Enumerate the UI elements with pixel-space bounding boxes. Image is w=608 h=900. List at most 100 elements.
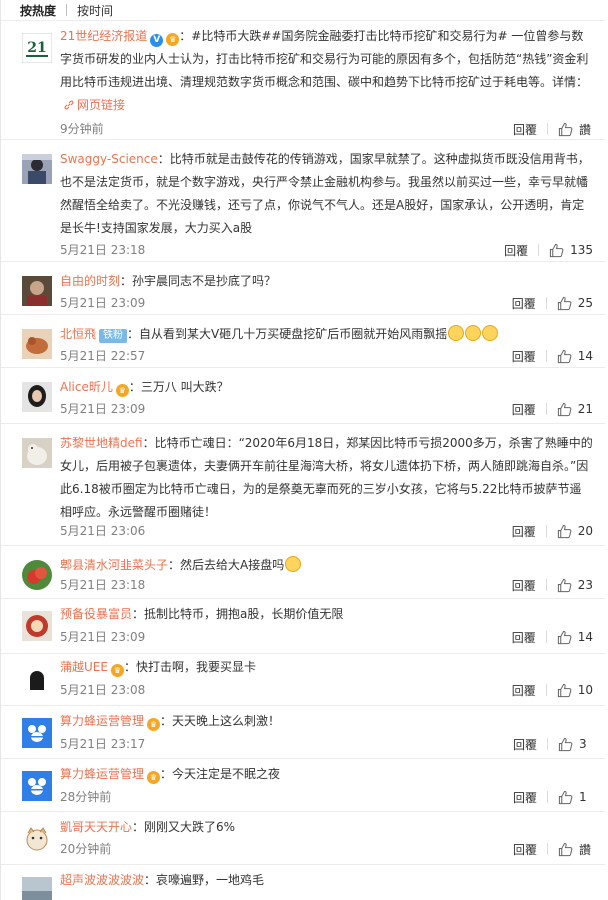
vip-badge-icon: ♛ — [147, 771, 161, 784]
thumbs-up-icon — [557, 683, 572, 697]
avatar[interactable] — [22, 877, 52, 900]
like-count: 10 — [577, 683, 593, 697]
avatar[interactable] — [22, 664, 52, 694]
username[interactable]: 预备役暴富员 — [60, 607, 132, 621]
thumbs-up-icon — [557, 578, 572, 592]
reply-button[interactable]: 回覆 — [512, 348, 536, 365]
action-divider — [538, 244, 540, 256]
avatar[interactable] — [22, 276, 52, 306]
like-count: 讚 — [579, 842, 592, 857]
comment-text: ：哀嚎遍野，一地鸡毛 — [144, 873, 265, 887]
action-divider — [545, 297, 547, 309]
action-divider — [545, 350, 547, 362]
reply-button[interactable]: 回覆 — [512, 401, 536, 418]
user-avatar-image — [22, 877, 52, 900]
thumbs-up-icon — [557, 524, 572, 538]
like-button[interactable]: 1 — [558, 790, 593, 805]
like-count: 20 — [577, 524, 593, 538]
user-avatar-image — [22, 664, 52, 694]
username[interactable]: 蒲越UEE — [60, 660, 108, 674]
avatar[interactable] — [22, 154, 52, 184]
like-button[interactable]: 14 — [557, 630, 593, 645]
web-link[interactable]: 网页链接 — [60, 98, 125, 112]
reply-button[interactable]: 回覆 — [513, 121, 537, 138]
username[interactable]: Alice昕儿 — [60, 380, 113, 394]
avatar[interactable] — [22, 718, 52, 748]
avatar[interactable] — [22, 438, 52, 468]
comment-time: 28分钟前 — [60, 790, 112, 804]
username[interactable]: 苏黎世地精defi — [60, 436, 143, 450]
user-avatar-image — [22, 276, 52, 306]
reply-button[interactable]: 回覆 — [512, 682, 536, 699]
action-divider — [545, 525, 547, 537]
username[interactable]: 凱哥天天开心 — [60, 820, 132, 834]
thumbs-up-icon — [557, 402, 572, 416]
action-divider — [547, 738, 548, 750]
like-button[interactable]: 讚 — [558, 841, 593, 858]
avatar[interactable] — [22, 382, 52, 412]
like-button[interactable]: 25 — [557, 296, 593, 311]
action-divider — [545, 579, 547, 591]
thumbs-up-icon — [558, 842, 573, 856]
reply-button[interactable]: 回覆 — [513, 841, 537, 858]
comment-item: Alice昕儿 ♛ ：三万八 叫大跌？ 5月21日 23:09 回覆 21 — [1, 367, 605, 423]
comment-time: 5月21日 23:09 — [60, 296, 146, 310]
avatar[interactable] — [22, 824, 52, 854]
like-count: 21 — [577, 402, 593, 416]
reply-button[interactable]: 回覆 — [512, 295, 536, 312]
avatar-21-logo-icon: 21 — [22, 33, 52, 63]
like-button[interactable]: 23 — [557, 578, 593, 593]
comment-text: ：今天注定是不眠之夜 — [160, 767, 281, 781]
username[interactable]: 算力蜂运营管理 — [60, 714, 144, 728]
link-icon — [64, 100, 74, 110]
comment-time: 5月21日 23:17 — [60, 737, 146, 751]
tab-by-time[interactable]: 按时间 — [77, 2, 113, 19]
thumbs-up-icon — [558, 737, 573, 751]
comment-text: ：天天晚上这么刺激！ — [160, 714, 281, 728]
username[interactable]: Swaggy-Science — [60, 152, 158, 166]
like-count: 135 — [570, 243, 593, 257]
avatar[interactable] — [22, 771, 52, 801]
comment-text: ：孙宇晨同志不是抄底了吗？ — [120, 274, 277, 288]
reply-button[interactable]: 回覆 — [513, 789, 537, 806]
thumbs-up-icon — [557, 630, 572, 644]
username[interactable]: 自由的时刻 — [60, 274, 120, 288]
like-button[interactable]: 14 — [557, 349, 593, 364]
like-button[interactable]: 135 — [549, 243, 593, 258]
username[interactable]: 21世纪经济报道 — [60, 29, 147, 43]
like-button[interactable]: 21 — [557, 402, 593, 417]
tab-divider — [66, 4, 68, 16]
avatar[interactable]: 21 — [22, 33, 52, 63]
reply-button[interactable]: 回覆 — [512, 577, 536, 594]
thumbs-up-icon — [549, 243, 564, 257]
comment-panel: 按热度 按时间 21 21世纪经济报道 V ♛ ：#比特币大跌##国务院金融委打击比特… — [0, 0, 608, 900]
comment-time: 5月21日 22:57 — [60, 349, 146, 363]
reply-button[interactable]: 回覆 — [513, 736, 537, 753]
comment-text: ：三万八 叫大跌？ — [128, 380, 229, 394]
comment-item: 自由的时刻：孙宇晨同志不是抄底了吗？ 5月21日 23:09 回覆 25 — [1, 261, 605, 314]
like-button[interactable]: 10 — [557, 683, 593, 698]
action-divider — [545, 403, 547, 415]
comment-text: ：快打击啊，我要买显卡 — [123, 660, 256, 674]
reply-button[interactable]: 回覆 — [512, 523, 536, 540]
like-button[interactable]: 20 — [557, 524, 593, 539]
like-button[interactable]: 讚 — [558, 121, 593, 138]
like-button[interactable]: 3 — [558, 737, 593, 752]
username[interactable]: 北恒飛 — [60, 327, 96, 341]
user-avatar-image — [22, 438, 52, 468]
reply-button[interactable]: 回覆 — [504, 242, 528, 259]
username[interactable]: 郫县清水河韭菜头子 — [60, 558, 168, 572]
like-count: 23 — [577, 578, 593, 592]
comment-item: 超声波波波波波：哀嚎遍野，一地鸡毛 — [1, 864, 605, 900]
avatar[interactable] — [22, 560, 52, 590]
comment-time: 5月21日 23:18 — [60, 578, 146, 592]
tab-by-hot[interactable]: 按热度 — [20, 2, 56, 19]
avatar[interactable] — [22, 329, 52, 359]
avatar[interactable] — [22, 611, 52, 641]
reply-button[interactable]: 回覆 — [512, 629, 536, 646]
user-avatar-image — [22, 560, 52, 590]
comment-item: Swaggy-Science：比特币就是击鼓传花的传销游戏，国家早就禁了。这种虚… — [1, 139, 605, 261]
verified-icon: V — [150, 34, 164, 47]
username[interactable]: 算力蜂运营管理 — [60, 767, 144, 781]
username[interactable]: 超声波波波波波 — [60, 873, 144, 887]
